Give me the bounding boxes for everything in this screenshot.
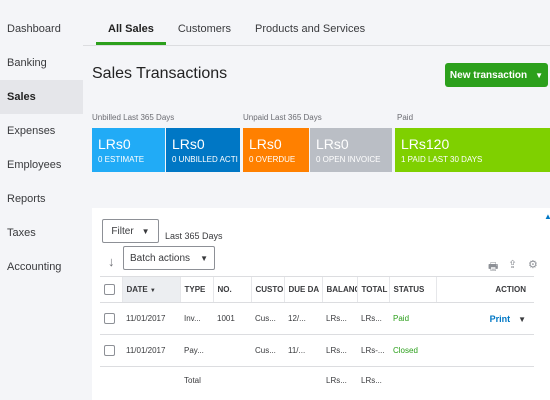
paid-label: Paid	[397, 113, 414, 122]
cell-action	[436, 334, 534, 367]
chevron-down-icon: ▼	[141, 226, 150, 236]
overdue-caption: 0 OVERDUE	[249, 155, 296, 164]
money-bar-open-invoice[interactable]: LRs0 0 OPEN INVOICE	[310, 128, 392, 172]
total-total: LRs...	[361, 376, 382, 386]
print-icon[interactable]: 🖶	[488, 258, 498, 277]
sidebar-item-dashboard[interactable]: Dashboard	[0, 12, 83, 46]
unbilled-label: Unbilled Last 365 Days	[92, 113, 175, 122]
unbilled-caption: 0 UNBILLED ACTI	[172, 155, 238, 164]
tabs-divider	[83, 45, 550, 46]
table-row[interactable]: 11/01/2017 Inv... 1001 Cus... 12/... LRs…	[100, 302, 534, 335]
overdue-amount: LRs0	[249, 136, 282, 152]
header-due-date[interactable]: DUE DA	[283, 276, 322, 303]
money-bar-estimate[interactable]: LRs0 0 ESTIMATE	[92, 128, 165, 172]
page-title: Sales Transactions	[92, 65, 228, 82]
cell-customer: Cus...	[251, 302, 284, 335]
chevron-down-icon: ▼	[535, 70, 544, 80]
total-balance: LRs...	[326, 376, 347, 386]
print-link[interactable]: Print	[490, 314, 511, 324]
table-total-row: Total LRs... LRs...	[100, 367, 534, 395]
header-date[interactable]: DATE ▼	[121, 276, 180, 303]
cell-due-date: 11/...	[284, 334, 322, 367]
export-icon[interactable]: ⇪	[508, 258, 517, 271]
sidebar-item-taxes[interactable]: Taxes	[0, 216, 83, 250]
cell-no	[213, 334, 251, 367]
cell-type: Pay...	[180, 334, 213, 367]
sidebar-item-expenses[interactable]: Expenses	[0, 114, 83, 148]
gear-icon[interactable]: ⚙	[528, 258, 538, 271]
cell-date: 11/01/2017	[122, 334, 180, 367]
table-row[interactable]: 11/01/2017 Pay... Cus... 11/... LRs... L…	[100, 334, 534, 367]
sort-arrow-icon[interactable]: ↓	[108, 254, 115, 269]
header-date-label: DATE	[126, 285, 148, 294]
header-total[interactable]: TOTAL	[356, 276, 389, 303]
cell-customer: Cus...	[251, 334, 284, 367]
open-invoice-caption: 0 OPEN INVOICE	[316, 155, 381, 164]
sidebar-item-banking[interactable]: Banking	[0, 46, 83, 80]
estimate-caption: 0 ESTIMATE	[98, 155, 145, 164]
row-select-cell	[100, 302, 122, 335]
chevron-down-icon[interactable]: ▼	[518, 315, 526, 324]
money-bar-unbilled[interactable]: LRs0 0 UNBILLED ACTI	[166, 128, 240, 172]
sidebar-item-reports[interactable]: Reports	[0, 182, 83, 216]
sort-down-icon: ▼	[149, 288, 156, 294]
header-no[interactable]: NO.	[212, 276, 251, 303]
main-content: All Sales Customers Products and Service…	[83, 0, 550, 400]
paid-amount: LRs120	[401, 136, 450, 152]
estimate-amount: LRs0	[98, 136, 131, 152]
unpaid-label: Unpaid Last 365 Days	[243, 113, 322, 122]
batch-actions-button[interactable]: Batch actions ▼	[123, 246, 215, 270]
filter-button[interactable]: Filter ▼	[102, 219, 159, 243]
tab-bar: All Sales Customers Products and Service…	[96, 17, 377, 45]
sidebar-item-accounting[interactable]: Accounting	[0, 250, 83, 284]
chevron-down-icon: ▼	[200, 253, 208, 263]
tab-all-sales[interactable]: All Sales	[96, 17, 166, 45]
sidebar: Dashboard Banking Sales Expenses Employe…	[0, 0, 83, 400]
cell-status: Closed	[389, 334, 436, 367]
scroll-up-icon[interactable]: ▲	[544, 212, 550, 221]
cell-total: LRs...	[357, 302, 389, 335]
transactions-card: ▲ Filter ▼ Last 365 Days ↓ Batch actions…	[92, 208, 550, 400]
header-status[interactable]: STATUS	[388, 276, 436, 303]
cell-no: 1001	[213, 302, 251, 335]
select-all-cell	[100, 276, 122, 303]
money-bar-paid[interactable]: LRs120 1 PAID LAST 30 DAYS	[395, 128, 550, 172]
header-type[interactable]: TYPE	[179, 276, 213, 303]
open-invoice-amount: LRs0	[316, 136, 349, 152]
new-transaction-label: New transaction	[449, 69, 528, 81]
date-range-label: Last 365 Days	[165, 231, 223, 241]
cell-type: Inv...	[180, 302, 213, 335]
tab-products-and-services[interactable]: Products and Services	[243, 17, 377, 45]
transactions-table: DATE ▼ TYPE NO. CUSTO DUE DA BALANC TOTA…	[100, 276, 534, 395]
cell-due-date: 12/...	[284, 302, 322, 335]
tab-customers[interactable]: Customers	[166, 17, 243, 45]
header-action: ACTION	[435, 276, 534, 303]
batch-actions-label: Batch actions	[130, 252, 191, 264]
cell-total: LRs-...	[357, 334, 389, 367]
paid-caption: 1 PAID LAST 30 DAYS	[401, 155, 483, 164]
header-customer[interactable]: CUSTO	[250, 276, 284, 303]
select-all-checkbox[interactable]	[104, 284, 115, 295]
cell-action: Print ▼	[436, 302, 534, 335]
row-select-cell	[100, 334, 122, 367]
sidebar-item-employees[interactable]: Employees	[0, 148, 83, 182]
sidebar-item-sales[interactable]: Sales	[0, 80, 83, 114]
new-transaction-button[interactable]: New transaction ▼	[445, 63, 548, 87]
cell-balance: LRs...	[322, 302, 357, 335]
filter-label: Filter	[111, 225, 134, 237]
unbilled-amount: LRs0	[172, 136, 205, 152]
cell-balance: LRs...	[322, 334, 357, 367]
table-header-row: DATE ▼ TYPE NO. CUSTO DUE DA BALANC TOTA…	[100, 276, 534, 303]
row-checkbox[interactable]	[104, 345, 115, 356]
header-balance[interactable]: BALANC	[321, 276, 357, 303]
money-bar-overdue[interactable]: LRs0 0 OVERDUE	[243, 128, 309, 172]
cell-status: Paid	[389, 302, 436, 335]
row-checkbox[interactable]	[104, 313, 115, 324]
total-label: Total	[184, 376, 201, 386]
cell-date: 11/01/2017	[122, 302, 180, 335]
